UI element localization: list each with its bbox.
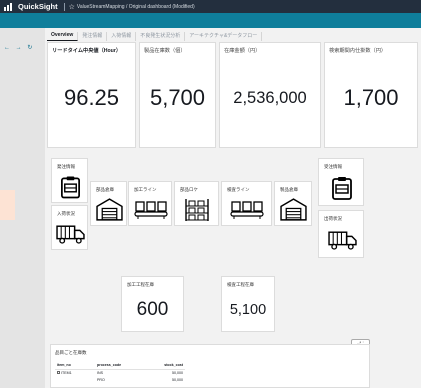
conveyor-icon [230,201,264,219]
processing-wip-value: 600 [136,299,169,320]
inventory-table-title: 品目ごと在庫数 [55,350,87,355]
shipping-status-label: 出荷状況 [324,216,342,221]
parts-warehouse-label: 部品倉庫 [96,187,114,192]
selection-marker [0,190,15,220]
tab-defect-analysis[interactable]: 不良発生状況分析 [136,32,186,41]
warehouse-icon [96,198,123,221]
truck-icon [56,225,85,244]
inspection-wip-value: 5,100 [229,302,267,318]
table-row[interactable]: ITEM1 INS 50,000 [55,369,185,376]
shelving-icon [185,199,209,221]
kpi-product-stock-card[interactable]: 製品在庫数（個） 5,700 [139,42,216,148]
truck-icon [328,231,357,250]
clipboard-icon [332,177,352,200]
table-row[interactable]: PRO 50,000 [55,376,185,383]
conveyor-icon [134,201,168,219]
warehouse-icon [280,198,307,221]
processing-line-label: 加工ライン [134,187,157,192]
parts-warehouse-card[interactable]: 部品倉庫 [90,181,127,226]
undo-redo-refresh-icon[interactable]: ← → ↻ [4,44,34,51]
inspection-line-label: 検査ライン [227,187,250,192]
received-order-label: 受注情報 [324,164,342,169]
receiving-status-label: 入荷状況 [57,211,75,216]
table-cell-text: ITEM1 [61,370,72,375]
tab-receiving-info[interactable]: 入荷情報 [107,32,137,41]
kpi-lead-time-card[interactable]: リードタイム中央値（Hour） 96.25 [47,42,136,148]
tab-architecture[interactable]: アーキテクチャ&データフロー [185,32,263,41]
parts-location-label: 部品ロケ [180,187,198,192]
table-cell: 50,000 [172,370,183,375]
app-header: QuickSight ☆ ValueStreamMapping / Origin… [0,0,421,13]
table-cell: INS [97,370,103,375]
kpi-value: 1,700 [343,85,399,110]
received-order-card[interactable]: 受注情報 [318,158,364,206]
inventory-table: item_no process_code stock_cost ITEM1 IN… [55,362,185,383]
kpi-title: 検索期間内仕掛数（円） [329,48,387,54]
table-header-row: item_no process_code stock_cost [55,362,185,370]
kpi-title: リードタイム中央値（Hour） [52,48,122,54]
kpi-inventory-value-card[interactable]: 在庫金額（円） 2,536,000 [219,42,321,148]
clipboard-icon [61,176,80,199]
inspection-line-card[interactable]: 検査ライン [221,181,272,226]
inspection-wip-card[interactable]: 検査工程在庫 5,100 [221,276,275,332]
header-divider [63,2,65,11]
processing-wip-label: 加工工程在庫 [127,282,154,287]
kpi-value: 5,700 [149,85,206,110]
table-cell [55,376,95,383]
tab-order-info[interactable]: 発注情報 [78,32,108,41]
processing-wip-card[interactable]: 加工工程在庫 600 [121,276,184,332]
app-name[interactable]: QuickSight [18,2,58,11]
table-cell: ITEM1 [55,369,95,376]
inventory-table-card: 品目ごと在庫数 item_no process_code stock_cost … [50,344,370,388]
receiving-status-card[interactable]: 入荷状況 [51,205,88,250]
kpi-wip-card[interactable]: 検索期間内仕掛数（円） 1,700 [324,42,418,148]
column-header[interactable]: process_code [95,362,145,370]
kpi-value: 2,536,000 [233,89,307,107]
inspection-wip-label: 検査工程在庫 [227,282,254,287]
parts-location-card[interactable]: 部品ロケ [174,181,219,226]
order-info-card[interactable]: 発注情報 [51,158,88,203]
kpi-title: 在庫金額（円） [224,48,261,54]
processing-line-card[interactable]: 加工ライン [128,181,172,226]
collapse-icon[interactable] [57,370,60,374]
quicksight-logo-icon[interactable] [4,2,14,11]
breadcrumb[interactable]: ValueStreamMapping / Original dashboard … [77,4,195,10]
column-header[interactable]: stock_cost [145,362,185,370]
star-icon[interactable]: ☆ [69,3,75,11]
dashboard-toolbar [0,13,421,28]
kpi-value: 96.25 [63,85,120,110]
tab-overview[interactable]: Overview [47,32,79,41]
order-info-label: 発注情報 [57,164,75,169]
product-warehouse-card[interactable]: 製品倉庫 [274,181,312,226]
table-cell: PRO [97,377,105,382]
product-warehouse-label: 製品倉庫 [280,187,298,192]
kpi-title: 製品在庫数（個） [144,48,186,54]
table-cell: 50,000 [172,377,183,382]
shipping-status-card[interactable]: 出荷状況 [318,210,364,258]
column-header[interactable]: item_no [55,362,95,370]
sheet-tabs: Overview 発注情報 入荷情報 不良発生状況分析 アーキテクチャ&データフ… [47,30,263,41]
